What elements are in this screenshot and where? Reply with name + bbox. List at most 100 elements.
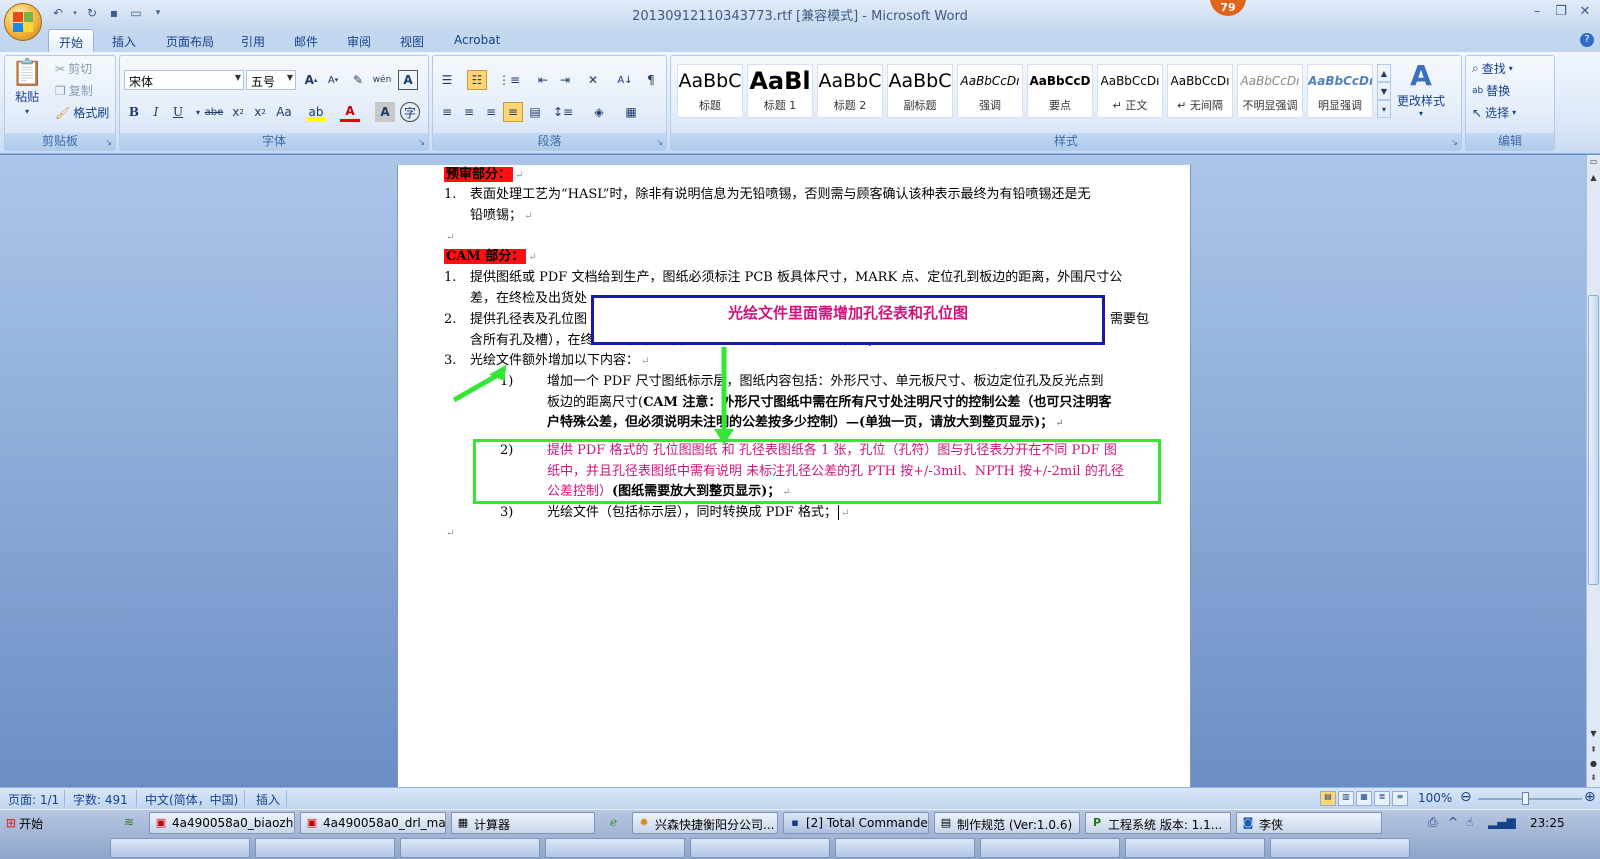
taskbar-row2-item[interactable]	[835, 838, 975, 858]
line-spacing-icon[interactable]: ↕≡	[553, 102, 573, 122]
style-subtitle[interactable]: AaBbC 副标题	[887, 64, 953, 118]
style-subtle-emphasis[interactable]: AaBbCcDı 不明显强调	[1237, 64, 1303, 118]
tab-view[interactable]: 视图	[390, 29, 434, 52]
scroll-up-icon[interactable]: ▲	[1588, 173, 1599, 185]
borders-icon[interactable]: ▦	[621, 102, 641, 122]
insert-mode-indicator[interactable]: 插入	[256, 791, 280, 808]
show-marks-icon[interactable]: ¶	[641, 70, 661, 90]
taskbar-row2-item[interactable]	[110, 838, 250, 858]
zoom-slider-track[interactable]	[1478, 798, 1582, 800]
browser-icon[interactable]: ℯ	[610, 815, 617, 829]
office-button[interactable]	[4, 3, 42, 41]
tab-page-layout[interactable]: 页面布局	[156, 29, 224, 52]
chinese-layout-icon[interactable]: ✕	[583, 70, 603, 90]
taskbar-item-engineering[interactable]: P 工程系统 版本: 1.1...	[1085, 812, 1231, 834]
style-heading-1[interactable]: AaBl 标题 1	[747, 64, 813, 118]
align-left-icon[interactable]: ≡	[437, 102, 457, 122]
zoom-level[interactable]: 100%	[1418, 791, 1452, 805]
page-count[interactable]: 页面: 1/1	[8, 791, 59, 808]
paragraph-launcher-icon[interactable]: ↘	[656, 138, 663, 147]
quicklaunch-icon[interactable]: ≋	[124, 815, 134, 829]
tab-acrobat[interactable]: Acrobat	[444, 29, 510, 52]
tab-review[interactable]: 审阅	[337, 29, 381, 52]
start-button[interactable]: ⊞ 开始	[2, 812, 52, 834]
italic-icon[interactable]: I	[146, 102, 166, 122]
taskbar-item-spec[interactable]: ▤ 制作规范 (Ver:1.0.6)	[934, 812, 1080, 834]
taskbar-item-xingsen[interactable]: ✹ 兴森快捷衡阳分公司...	[632, 812, 778, 834]
ruler-toggle-icon[interactable]: ▭	[1588, 157, 1599, 169]
callout-box[interactable]: 光绘文件里面需增加孔径表和孔位图	[591, 295, 1105, 345]
language-indicator[interactable]: 中文(简体，中国)	[145, 791, 238, 808]
hand-icon[interactable]: ☝	[1466, 815, 1473, 829]
underline-icon[interactable]: U	[168, 102, 188, 122]
zoom-out-icon[interactable]: ⊖	[1460, 789, 1472, 805]
taskbar-item-total-commander[interactable]: ▪[2] Total Commander 7...	[783, 812, 929, 834]
prev-page-icon[interactable]: ⇞	[1588, 745, 1599, 757]
styles-scroll-up-icon[interactable]: ▲	[1377, 64, 1391, 82]
cut-button[interactable]: ✂ 剪切	[55, 60, 92, 77]
tab-home[interactable]: 开始	[48, 29, 95, 52]
tab-insert[interactable]: 插入	[102, 29, 146, 52]
vertical-scrollbar[interactable]: ▭ ▲ ▼ ⇞ ● ⇟	[1586, 155, 1600, 787]
taskbar-item-calculator[interactable]: ▦ 计算器	[451, 812, 595, 834]
clock[interactable]: 23:25	[1530, 816, 1565, 830]
outline-view-icon[interactable]: ≣	[1374, 791, 1390, 806]
justify-icon[interactable]: ≡	[503, 102, 523, 122]
style-heading-2[interactable]: AaBbC 标题 2	[817, 64, 883, 118]
style-strong[interactable]: AaBbCcD 要点	[1027, 64, 1093, 118]
format-painter-button[interactable]: 🖌 格式刷	[55, 104, 109, 121]
find-button[interactable]: ⌕ 查找 ▾	[1472, 60, 1513, 77]
taskbar-row2-item[interactable]	[255, 838, 395, 858]
multilevel-list-icon[interactable]: ⋮≡	[498, 70, 520, 90]
zoom-in-icon[interactable]: ⊕	[1584, 789, 1596, 805]
subscript-icon[interactable]: x2	[228, 102, 248, 122]
clear-format-icon[interactable]: ✎	[348, 70, 368, 90]
minimize-button[interactable]: –	[1526, 2, 1548, 20]
decrease-indent-icon[interactable]: ⇤	[533, 70, 553, 90]
distributed-icon[interactable]: ▤	[525, 102, 545, 122]
taskbar-item-lixia[interactable]: ◙ 李侠	[1236, 812, 1382, 834]
taskbar-row2-item[interactable]	[690, 838, 830, 858]
zoom-slider-thumb[interactable]	[1522, 792, 1529, 805]
font-color-icon[interactable]: A	[340, 102, 360, 122]
taskbar-row2-item[interactable]	[400, 838, 540, 858]
styles-launcher-icon[interactable]: ↘	[1451, 138, 1458, 147]
tab-references[interactable]: 引用	[231, 29, 275, 52]
tab-mailings[interactable]: 邮件	[284, 29, 328, 52]
taskbar-item-biaozhu[interactable]: ▣4a490058a0_biaozhu....	[149, 812, 295, 834]
shrink-font-icon[interactable]: A ▾	[323, 70, 343, 90]
draft-view-icon[interactable]: ≡	[1392, 791, 1408, 806]
clipboard-launcher-icon[interactable]: ↘	[105, 138, 112, 147]
font-size-combo[interactable]: 五号 ▼	[246, 70, 296, 90]
taskbar-row2-item[interactable]	[1125, 838, 1265, 858]
next-page-icon[interactable]: ⇟	[1588, 773, 1599, 785]
web-layout-icon[interactable]: ▦	[1356, 791, 1372, 806]
close-button[interactable]: ✕	[1574, 2, 1596, 20]
printer-icon[interactable]: ⎙	[1428, 815, 1438, 830]
copy-button[interactable]: ❐ 复制	[55, 82, 93, 99]
style-title[interactable]: AaBbC 标题	[677, 64, 743, 118]
select-button[interactable]: ↖ 选择 ▾	[1472, 104, 1516, 121]
taskbar-item-drl-map[interactable]: ▣4a490058a0_drl_map....	[300, 812, 446, 834]
style-no-spacing[interactable]: AaBbCcDı ↵ 无间隔	[1167, 64, 1233, 118]
full-screen-reading-icon[interactable]: ▥	[1338, 791, 1354, 806]
font-name-combo[interactable]: 宋体 ▼	[124, 70, 244, 90]
document-page[interactable]: 预审部分： ↵ 1. 表面处理工艺为“HASL”时，除非有说明信息为无铅喷锡，否则…	[397, 165, 1191, 787]
replace-button[interactable]: ab 替换	[1472, 82, 1510, 99]
scroll-down-icon[interactable]: ▼	[1588, 729, 1599, 741]
grow-font-icon[interactable]: A ▴	[301, 70, 321, 90]
numbering-icon[interactable]: ☷	[467, 70, 487, 90]
help-icon[interactable]: ?	[1580, 33, 1594, 47]
char-border-icon[interactable]: A	[398, 70, 418, 90]
scrollbar-thumb[interactable]	[1588, 295, 1599, 585]
increase-indent-icon[interactable]: ⇥	[555, 70, 575, 90]
taskbar-row2-item[interactable]	[545, 838, 685, 858]
bold-icon[interactable]: B	[124, 102, 144, 122]
expand-tray-icon[interactable]: ^	[1448, 815, 1458, 829]
taskbar-row2-item[interactable]	[1270, 838, 1410, 858]
font-launcher-icon[interactable]: ↘	[418, 138, 425, 147]
browse-object-icon[interactable]: ●	[1588, 759, 1599, 771]
highlight-icon[interactable]: ab	[306, 102, 326, 122]
restore-button[interactable]: ❐	[1550, 2, 1572, 20]
superscript-icon[interactable]: x2	[250, 102, 270, 122]
